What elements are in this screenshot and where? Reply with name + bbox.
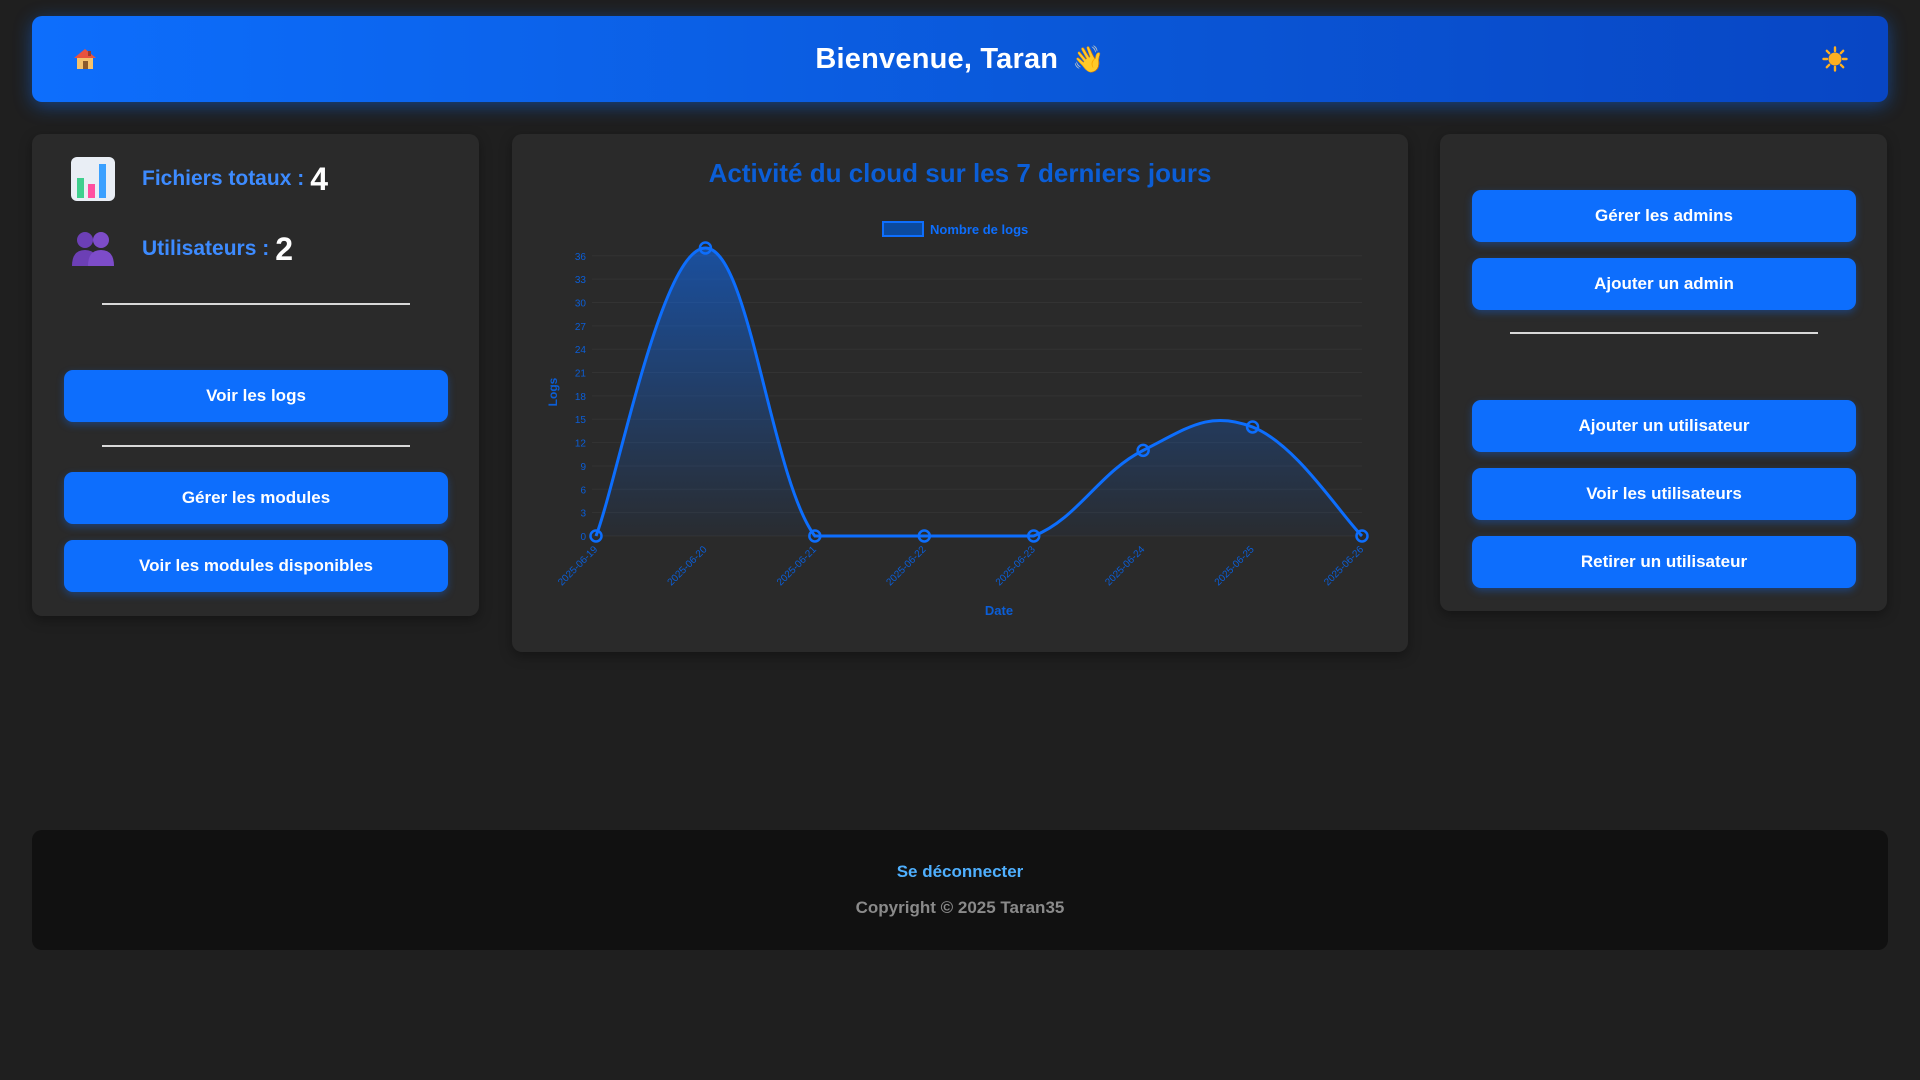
add-admin-button[interactable]: Ajouter un admin <box>1472 258 1856 310</box>
view-users-button[interactable]: Voir les utilisateurs <box>1472 468 1856 520</box>
house-icon[interactable] <box>72 46 98 72</box>
copyright-text: Copyright © 2025 Taran35 <box>855 898 1065 917</box>
y-tick-label: 27 <box>575 322 587 333</box>
divider <box>102 445 410 447</box>
series-area <box>596 248 1362 536</box>
y-tick-label: 30 <box>575 298 587 309</box>
users-label: Utilisateurs : <box>142 237 270 260</box>
y-tick-label: 24 <box>575 345 587 356</box>
x-tick-label: 2025-06-22 <box>884 544 928 588</box>
y-tick-label: 9 <box>580 462 586 473</box>
y-tick-label: 6 <box>580 485 586 496</box>
x-tick-label: 2025-06-25 <box>1213 544 1257 588</box>
y-tick-label: 0 <box>580 532 586 543</box>
add-user-button[interactable]: Ajouter un utilisateur <box>1472 400 1856 452</box>
stats-card: Fichiers totaux : 4 Utilisateurs : 2 Voi… <box>32 134 479 616</box>
welcome-title: Bienvenue, Taran <box>815 42 1059 75</box>
admin-actions-card: Gérer les admins Ajouter un admin Ajoute… <box>1440 134 1887 611</box>
legend-label: Nombre de logs <box>930 222 1028 237</box>
bar-chart-icon <box>71 157 115 201</box>
users-stat: Utilisateurs : 2 <box>70 226 293 272</box>
divider <box>102 303 410 305</box>
logout-link[interactable]: Se déconnecter <box>32 862 1888 882</box>
manage-modules-button[interactable]: Gérer les modules <box>64 472 448 524</box>
remove-user-button[interactable]: Retirer un utilisateur <box>1472 536 1856 588</box>
x-axis-label: Date <box>985 603 1013 618</box>
y-tick-label: 21 <box>575 369 587 380</box>
sun-icon[interactable] <box>1822 46 1848 72</box>
y-axis-label: Logs <box>546 377 560 406</box>
header-banner: Bienvenue, Taran 👋 <box>32 16 1888 102</box>
x-tick-label: 2025-06-24 <box>1103 544 1147 588</box>
x-tick-label: 2025-06-23 <box>994 544 1038 588</box>
x-tick-label: 2025-06-20 <box>666 544 710 588</box>
y-tick-label: 3 <box>580 509 586 520</box>
view-logs-button[interactable]: Voir les logs <box>64 370 448 422</box>
available-modules-button[interactable]: Voir les modules disponibles <box>64 540 448 592</box>
y-tick-label: 36 <box>575 252 587 263</box>
files-count: 4 <box>310 160 328 197</box>
footer: Se déconnecter Copyright © 2025 Taran35 <box>32 830 1888 950</box>
y-tick-label: 18 <box>575 392 587 403</box>
divider <box>1510 332 1818 334</box>
users-count: 2 <box>275 230 293 267</box>
activity-chart-card: Activité du cloud sur les 7 derniers jou… <box>512 134 1408 652</box>
x-tick-label: 2025-06-19 <box>556 544 600 588</box>
activity-chart: Nombre de logs0369121518212427303336Logs… <box>546 221 1369 618</box>
x-tick-label: 2025-06-26 <box>1322 544 1366 588</box>
x-tick-label: 2025-06-21 <box>775 544 819 588</box>
y-tick-label: 33 <box>575 275 587 286</box>
y-tick-label: 12 <box>575 439 587 450</box>
users-icon <box>72 232 114 266</box>
waving-hand-icon: 👋 <box>1072 43 1105 74</box>
y-tick-label: 15 <box>575 415 587 426</box>
legend-swatch <box>882 221 924 237</box>
files-label: Fichiers totaux : <box>142 167 305 190</box>
manage-admins-button[interactable]: Gérer les admins <box>1472 190 1856 242</box>
files-stat: Fichiers totaux : 4 <box>70 156 328 202</box>
